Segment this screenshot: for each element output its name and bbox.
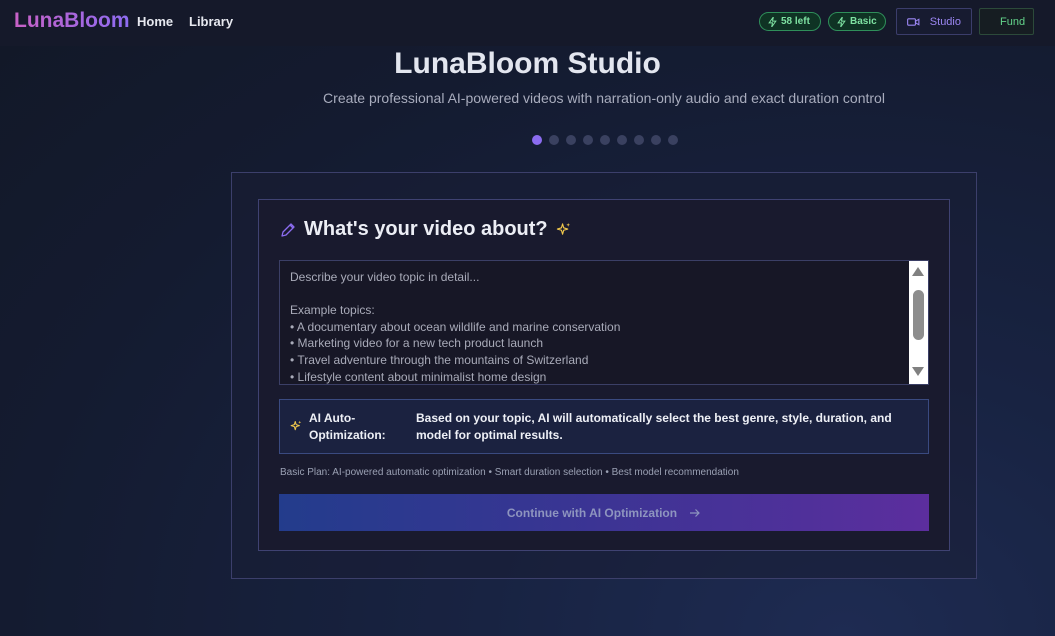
plan-badge-label: Basic bbox=[850, 16, 877, 27]
nav-link-home[interactable]: Home bbox=[137, 14, 173, 29]
continue-button-label: Continue with AI Optimization bbox=[506, 505, 678, 520]
step-dot-1[interactable] bbox=[532, 135, 542, 145]
nav-link-library[interactable]: Library bbox=[189, 14, 233, 29]
page-title: LunaBloom Studio bbox=[394, 47, 661, 80]
video-camera-icon bbox=[907, 17, 920, 26]
textarea-scrollbar[interactable] bbox=[909, 261, 928, 384]
step-dot-9[interactable] bbox=[668, 135, 678, 145]
step-dot-2[interactable] bbox=[549, 135, 559, 145]
studio-button[interactable]: Studio bbox=[896, 8, 972, 35]
step-dot-3[interactable] bbox=[566, 135, 576, 145]
step-dot-4[interactable] bbox=[583, 135, 593, 145]
app-logo[interactable]: LunaBloom bbox=[14, 9, 130, 33]
pencil-icon bbox=[281, 222, 295, 237]
page-subtitle: Create professional AI-powered videos wi… bbox=[323, 90, 885, 106]
step-dot-6[interactable] bbox=[617, 135, 627, 145]
bolt-icon bbox=[768, 16, 777, 27]
ai-optimization-label: AI Auto-Optimization: bbox=[309, 411, 386, 442]
topic-card-title: What's your video about? bbox=[304, 218, 548, 240]
step-dot-5[interactable] bbox=[600, 135, 610, 145]
topic-textarea[interactable] bbox=[280, 261, 910, 384]
credits-badge: 58 left bbox=[759, 12, 821, 31]
top-navbar: LunaBloom Home Library 58 left Basic Stu… bbox=[0, 0, 1055, 46]
bolt-icon bbox=[837, 16, 846, 27]
sparkles-icon bbox=[556, 222, 570, 235]
step-indicator bbox=[532, 135, 678, 145]
plan-badge: Basic bbox=[828, 12, 886, 31]
arrow-right-icon bbox=[690, 508, 700, 517]
scroll-up-arrow-icon[interactable] bbox=[912, 267, 924, 276]
fund-button-label: Fund bbox=[1000, 15, 1026, 28]
studio-button-label: Studio bbox=[929, 15, 961, 28]
ai-optimization-text: Based on your topic, AI will automatical… bbox=[416, 411, 892, 442]
plan-features-note: Basic Plan: AI-powered automatic optimiz… bbox=[280, 467, 739, 478]
scroll-down-arrow-icon[interactable] bbox=[912, 367, 924, 376]
step-dot-7[interactable] bbox=[634, 135, 644, 145]
ai-optimization-notice: AI Auto-Optimization: Based on your topi… bbox=[279, 399, 929, 454]
scroll-thumb[interactable] bbox=[913, 290, 924, 340]
fund-button[interactable]: Fund bbox=[979, 8, 1034, 35]
credits-badge-label: 58 left bbox=[781, 16, 810, 27]
continue-button[interactable]: Continue with AI Optimization bbox=[279, 494, 929, 531]
topic-card-header: What's your video about? bbox=[280, 218, 571, 241]
sparkles-icon bbox=[290, 420, 302, 431]
topic-textarea-wrapper bbox=[279, 260, 929, 385]
step-dot-8[interactable] bbox=[651, 135, 661, 145]
